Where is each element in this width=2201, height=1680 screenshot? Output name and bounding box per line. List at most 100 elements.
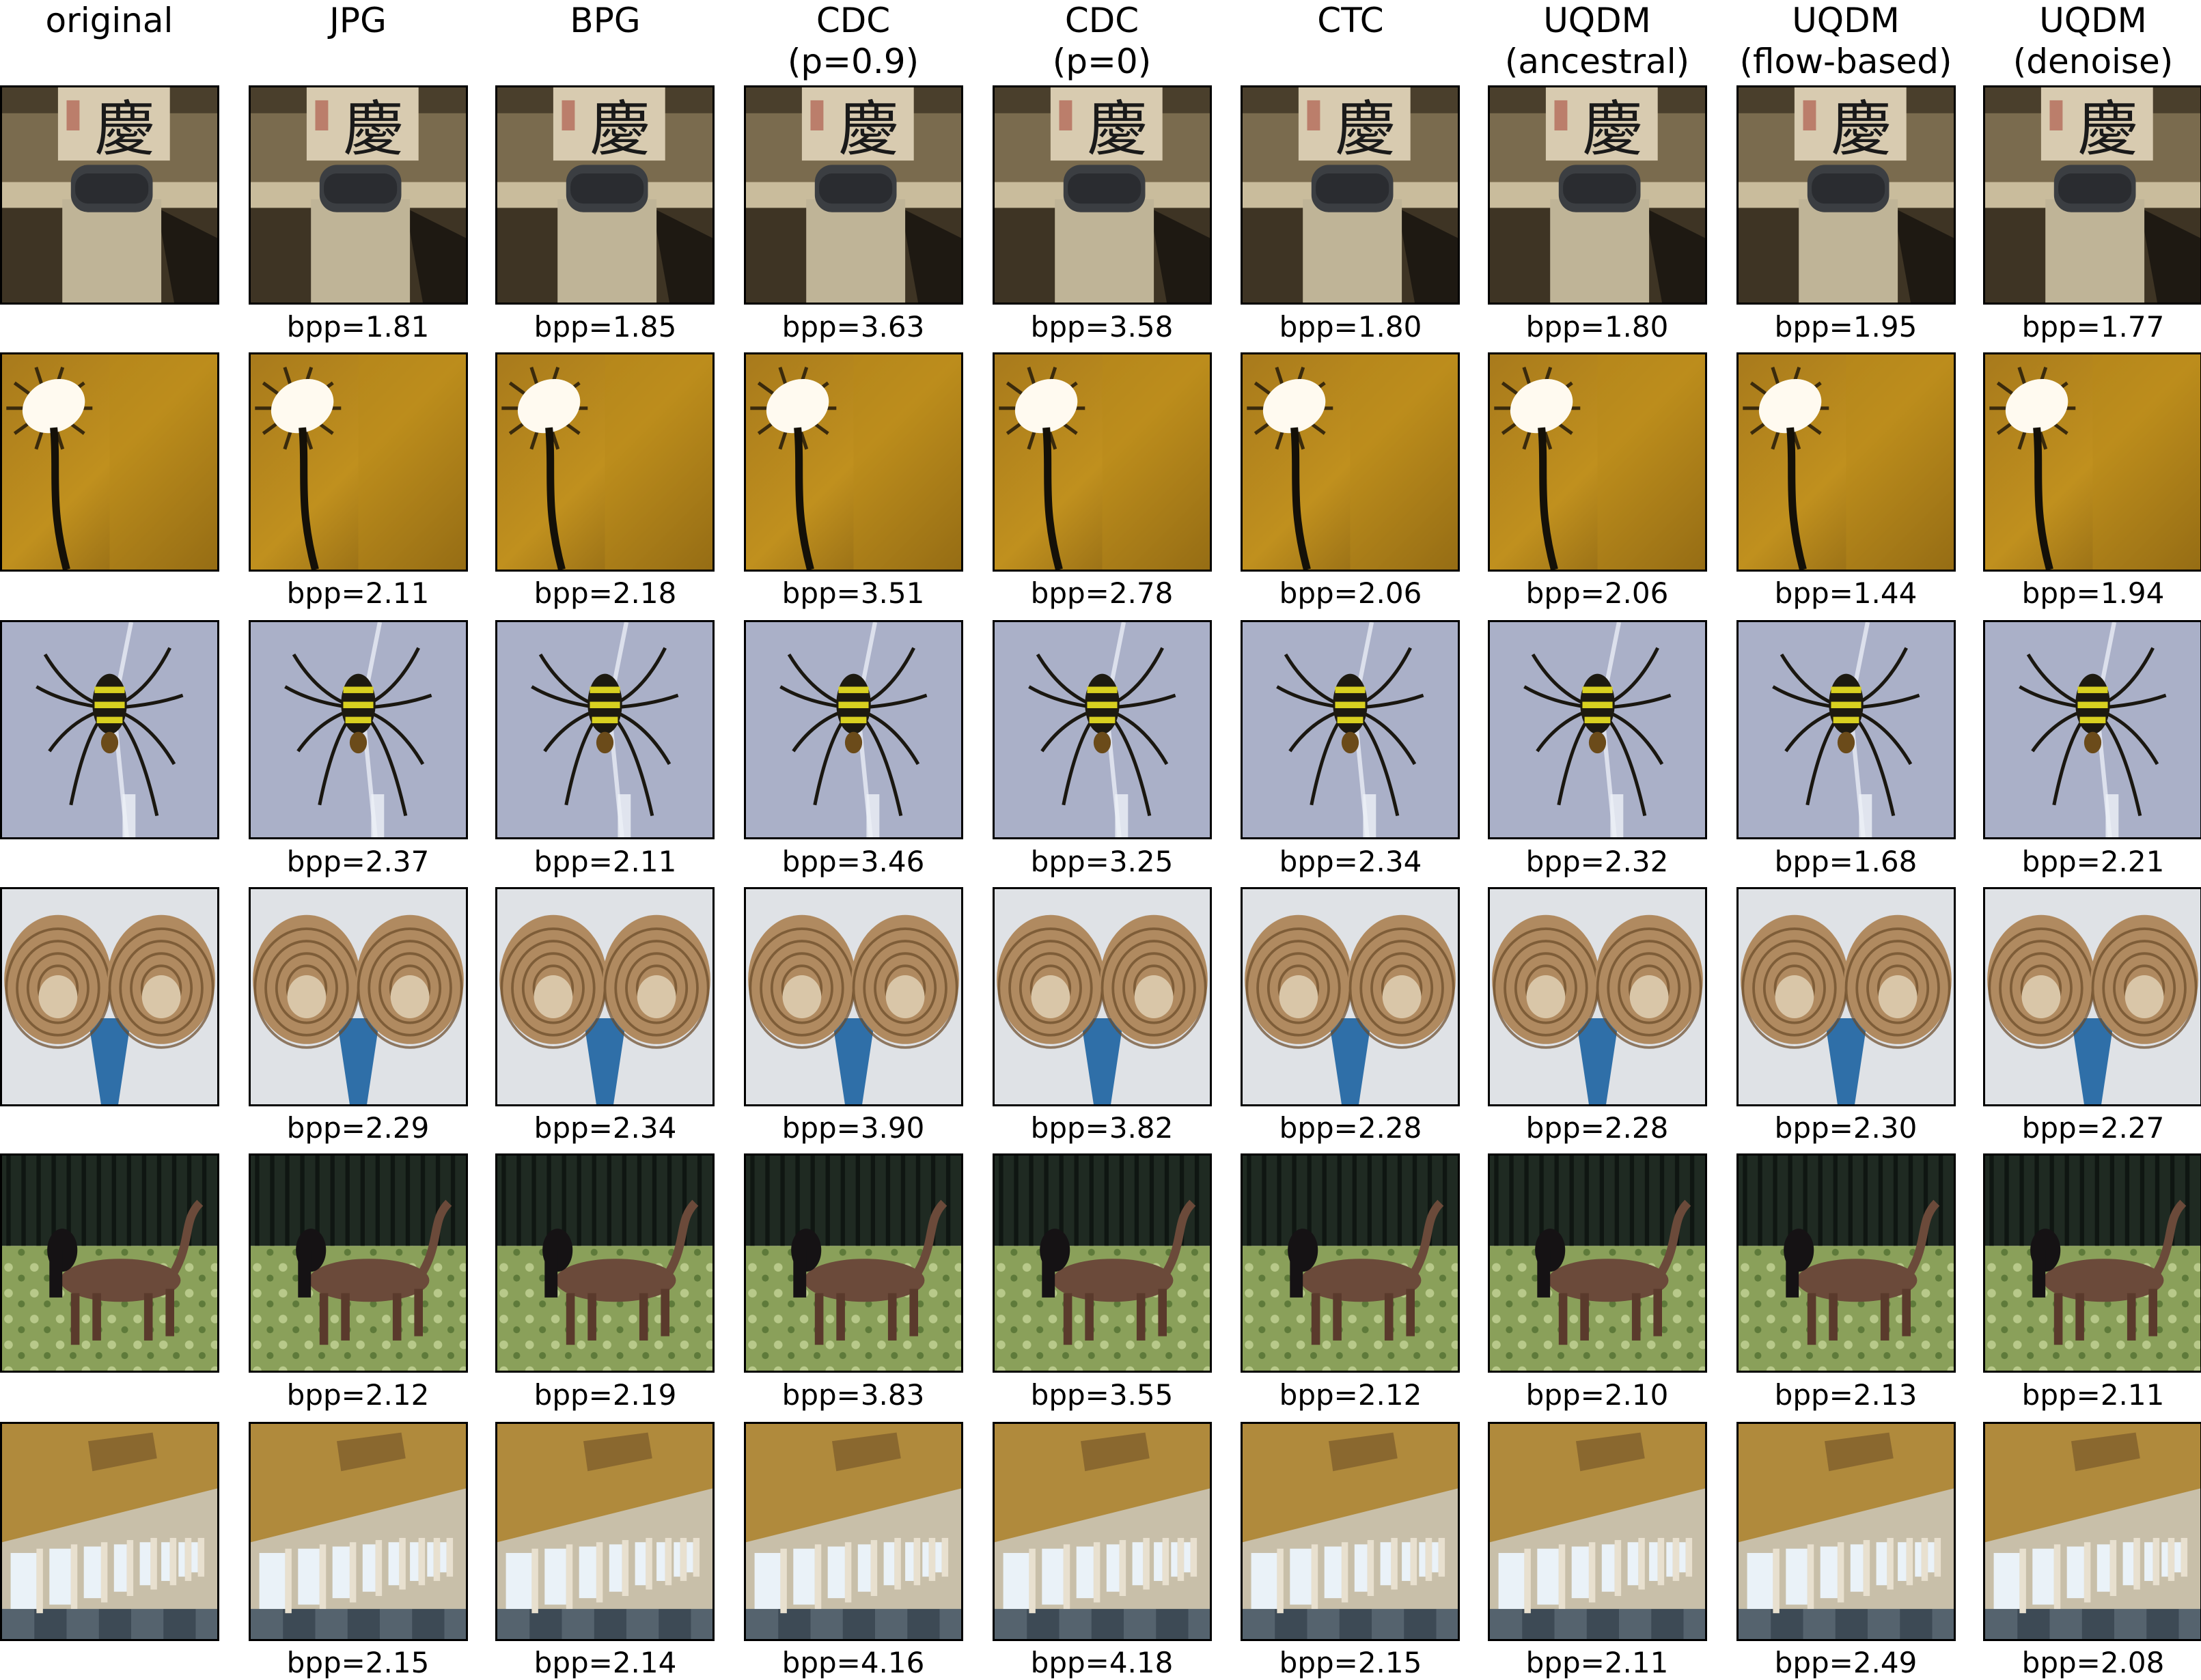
bpp-label: bpp=3.83 (781, 1378, 925, 1412)
bpp-label: bpp=2.21 (2021, 845, 2165, 878)
image-hall-scene-cdc-0 (993, 1422, 1212, 1641)
column-header-ctc: CTC (1317, 1, 1384, 40)
image-hall-scene-uqdm-denoise (1983, 1422, 2201, 1641)
bpp-label: bpp=1.77 (2021, 310, 2165, 344)
image-spider-scene-uqdm-flow (1736, 620, 1956, 839)
image-hall-scene-cdc-09 (744, 1422, 963, 1641)
image-spider-scene-uqdm-denoise (1983, 620, 2201, 839)
bpp-label: bpp=2.28 (1525, 1111, 1669, 1145)
image-spider-scene-cdc-09 (744, 620, 963, 839)
image-calligraphy-scene-cdc-0: 慶 (993, 85, 1212, 305)
image-lamp-scene-original (0, 352, 219, 572)
image-calligraphy-scene-original: 慶 (0, 85, 219, 305)
image-lamp-scene-bpg (495, 352, 715, 572)
column-header-cdc-0: CDC (p=0) (1052, 1, 1152, 81)
bpp-label: bpp=2.34 (1279, 845, 1422, 878)
image-hall-scene-bpg (495, 1422, 715, 1641)
image-shells-scene-uqdm-ancestral (1488, 887, 1707, 1106)
calligraphy-glyph: 慶 (2077, 94, 2137, 164)
image-lamp-scene-uqdm-flow (1736, 352, 1956, 572)
image-hall-scene-uqdm-flow (1736, 1422, 1956, 1641)
calligraphy-glyph: 慶 (1087, 94, 1147, 164)
bpp-label: bpp=2.06 (1525, 576, 1669, 610)
bpp-label: bpp=2.27 (2021, 1111, 2165, 1145)
image-dog-scene-uqdm-denoise (1983, 1153, 2201, 1373)
calligraphy-glyph: 慶 (838, 94, 898, 164)
column-header-jpg: JPG (329, 1, 387, 40)
comparison-figure: original JPG BPG CDC (p=0.9) CDC (p=0) CTC UQD… (0, 0, 2201, 1679)
image-hall-scene-original (0, 1422, 219, 1641)
column-header-bpg: BPG (570, 1, 641, 40)
image-dog-scene-jpg (249, 1153, 468, 1373)
image-calligraphy-scene-jpg: 慶 (249, 85, 468, 305)
image-hall-scene-ctc (1241, 1422, 1460, 1641)
calligraphy-glyph: 慶 (1582, 94, 1642, 164)
image-lamp-scene-cdc-09 (744, 352, 963, 572)
calligraphy-glyph: 慶 (1831, 94, 1891, 164)
column-header-original: original (45, 1, 174, 40)
column-header-cdc-09: CDC (p=0.9) (787, 1, 919, 81)
bpp-label: bpp=2.15 (1279, 1646, 1422, 1679)
bpp-label: bpp=2.12 (1279, 1378, 1422, 1412)
image-calligraphy-scene-uqdm-ancestral: 慶 (1488, 85, 1707, 305)
bpp-label: bpp=2.14 (534, 1646, 677, 1679)
calligraphy-glyph: 慶 (1335, 94, 1395, 164)
bpp-label: bpp=3.46 (781, 845, 925, 878)
bpp-label: bpp=1.85 (534, 310, 677, 344)
image-lamp-scene-ctc (1241, 352, 1460, 572)
image-shells-scene-uqdm-denoise (1983, 887, 2201, 1106)
image-shells-scene-ctc (1241, 887, 1460, 1106)
bpp-label: bpp=2.30 (1774, 1111, 1918, 1145)
image-calligraphy-scene-ctc: 慶 (1241, 85, 1460, 305)
image-dog-scene-bpg (495, 1153, 715, 1373)
image-calligraphy-scene-uqdm-denoise: 慶 (1983, 85, 2201, 305)
image-spider-scene-original (0, 620, 219, 839)
calligraphy-glyph: 慶 (343, 94, 403, 164)
image-spider-scene-jpg (249, 620, 468, 839)
image-dog-scene-cdc-09 (744, 1153, 963, 1373)
bpp-label: bpp=2.11 (2021, 1378, 2165, 1412)
image-calligraphy-scene-uqdm-flow: 慶 (1736, 85, 1956, 305)
column-header-uqdm-flow: UQDM (flow-based) (1739, 1, 1952, 81)
bpp-label: bpp=2.32 (1525, 845, 1669, 878)
bpp-label: bpp=4.18 (1030, 1646, 1174, 1679)
image-spider-scene-bpg (495, 620, 715, 839)
bpp-label: bpp=2.12 (286, 1378, 430, 1412)
image-shells-scene-bpg (495, 887, 715, 1106)
bpp-label: bpp=1.44 (1774, 576, 1918, 610)
bpp-label: bpp=2.06 (1279, 576, 1422, 610)
bpp-label: bpp=1.80 (1279, 310, 1422, 344)
image-lamp-scene-uqdm-denoise (1983, 352, 2201, 572)
image-spider-scene-uqdm-ancestral (1488, 620, 1707, 839)
bpp-label: bpp=2.10 (1525, 1378, 1669, 1412)
bpp-label: bpp=2.19 (534, 1378, 677, 1412)
image-shells-scene-jpg (249, 887, 468, 1106)
bpp-label: bpp=1.68 (1774, 845, 1918, 878)
image-spider-scene-ctc (1241, 620, 1460, 839)
image-spider-scene-cdc-0 (993, 620, 1212, 839)
image-dog-scene-original (0, 1153, 219, 1373)
image-hall-scene-jpg (249, 1422, 468, 1641)
bpp-label: bpp=1.80 (1525, 310, 1669, 344)
bpp-label: bpp=2.11 (534, 845, 677, 878)
image-calligraphy-scene-cdc-09: 慶 (744, 85, 963, 305)
image-dog-scene-cdc-0 (993, 1153, 1212, 1373)
image-shells-scene-cdc-0 (993, 887, 1212, 1106)
bpp-label: bpp=2.13 (1774, 1378, 1918, 1412)
bpp-label: bpp=2.34 (534, 1111, 677, 1145)
bpp-label: bpp=3.51 (781, 576, 925, 610)
column-header-uqdm-ancestral: UQDM (ancestral) (1504, 1, 1690, 81)
image-lamp-scene-cdc-0 (993, 352, 1212, 572)
bpp-label: bpp=3.25 (1030, 845, 1174, 878)
bpp-label: bpp=2.11 (286, 576, 430, 610)
bpp-label: bpp=2.78 (1030, 576, 1174, 610)
bpp-label: bpp=1.81 (286, 310, 430, 344)
bpp-label: bpp=2.15 (286, 1646, 430, 1679)
bpp-label: bpp=3.82 (1030, 1111, 1174, 1145)
image-shells-scene-uqdm-flow (1736, 887, 1956, 1106)
image-lamp-scene-jpg (249, 352, 468, 572)
bpp-label: bpp=4.16 (781, 1646, 925, 1679)
bpp-label: bpp=3.63 (781, 310, 925, 344)
bpp-label: bpp=2.08 (2021, 1646, 2165, 1679)
image-calligraphy-scene-bpg: 慶 (495, 85, 715, 305)
